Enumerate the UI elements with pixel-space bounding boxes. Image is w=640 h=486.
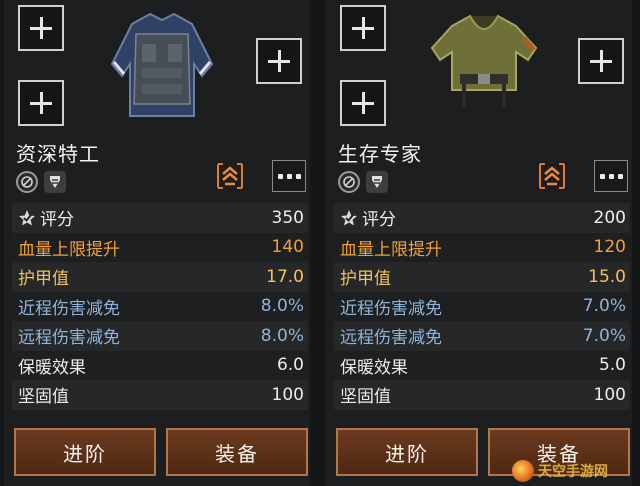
stat-row: 护甲值 15.0	[334, 262, 630, 292]
add-slot-button[interactable]	[256, 38, 302, 84]
stat-label: 坚固值	[340, 387, 391, 408]
stat-value: 6.0	[276, 355, 304, 376]
equipment-card-right: 生存专家 评分 200 血量上限提升 120 护甲值 15.0 近程伤害减免 7…	[326, 0, 632, 486]
stat-label: 护甲值	[340, 269, 391, 290]
stat-label: 近程伤害减免	[18, 298, 120, 319]
stat-value: 15.0	[588, 266, 626, 287]
add-slot-button[interactable]	[18, 80, 64, 126]
survival-top-image	[430, 14, 538, 108]
stat-row: 血量上限提升 140	[12, 232, 308, 262]
add-slot-button[interactable]	[18, 5, 64, 51]
rank-badge-icon	[217, 163, 243, 189]
rank-badge-icon	[539, 163, 565, 189]
equipment-compare-screen: 资深特工 评分 350 血量上限提升 140 护甲值 17.0 近程伤害减免 8…	[0, 0, 640, 486]
advance-button[interactable]: 进阶	[14, 428, 156, 476]
watermark: 天空手游网	[512, 458, 632, 484]
stat-value: 120	[593, 237, 626, 258]
watermark-text: 天空手游网	[538, 464, 608, 480]
stat-label: 护甲值	[18, 269, 69, 290]
stat-row: 远程伤害减免 8.0%	[12, 321, 308, 351]
add-slot-button[interactable]	[578, 38, 624, 84]
stat-value: 8.0%	[260, 325, 304, 346]
watermark-logo-icon	[512, 460, 534, 482]
stat-label: 评分	[362, 210, 396, 231]
stat-label: 血量上限提升	[340, 239, 442, 260]
stat-value: 5.0	[598, 355, 626, 376]
stat-row-rating: 评分 350	[12, 203, 308, 233]
stat-label: 远程伤害减免	[340, 328, 442, 349]
stat-value: 140	[271, 237, 304, 258]
no-repair-icon	[338, 171, 360, 193]
add-slot-button[interactable]	[340, 80, 386, 126]
more-options-button[interactable]	[272, 160, 306, 192]
stat-value: 100	[593, 384, 626, 405]
stat-row: 护甲值 17.0	[12, 262, 308, 292]
rating-star-icon	[341, 209, 357, 226]
armor-type-icon	[366, 171, 388, 193]
stat-value: 17.0	[266, 266, 304, 287]
stat-value: 200	[593, 207, 626, 228]
stat-label: 坚固值	[18, 387, 69, 408]
rating-star-icon	[19, 209, 35, 226]
add-slot-button[interactable]	[340, 5, 386, 51]
equipment-name: 资深特工	[16, 142, 100, 166]
stat-value: 7.0%	[582, 325, 626, 346]
more-options-button[interactable]	[594, 160, 628, 192]
stat-value: 100	[271, 384, 304, 405]
advance-button[interactable]: 进阶	[336, 428, 478, 476]
tactical-vest-image	[110, 12, 214, 117]
stat-row: 保暖效果 5.0	[334, 350, 630, 380]
stats-table: 评分 350 血量上限提升 140 护甲值 17.0 近程伤害减免 8.0% 远…	[12, 203, 308, 410]
stat-value: 8.0%	[260, 296, 304, 317]
stat-label: 近程伤害减免	[340, 298, 442, 319]
stats-table: 评分 200 血量上限提升 120 护甲值 15.0 近程伤害减免 7.0% 远…	[334, 203, 630, 410]
stat-row: 近程伤害减免 7.0%	[334, 291, 630, 321]
stat-label: 保暖效果	[340, 357, 408, 378]
stat-label: 血量上限提升	[18, 239, 120, 260]
stat-label: 远程伤害减免	[18, 328, 120, 349]
stat-value: 350	[271, 207, 304, 228]
stat-label: 保暖效果	[18, 357, 86, 378]
stat-row: 坚固值 100	[334, 380, 630, 410]
stat-label: 评分	[40, 210, 74, 231]
no-repair-icon	[16, 171, 38, 193]
stat-row: 血量上限提升 120	[334, 232, 630, 262]
stat-value: 7.0%	[582, 296, 626, 317]
stat-row: 近程伤害减免 8.0%	[12, 291, 308, 321]
stat-row: 远程伤害减免 7.0%	[334, 321, 630, 351]
stat-row: 坚固值 100	[12, 380, 308, 410]
stat-row: 保暖效果 6.0	[12, 350, 308, 380]
equipment-card-left: 资深特工 评分 350 血量上限提升 140 护甲值 17.0 近程伤害减免 8…	[4, 0, 310, 486]
equip-button[interactable]: 装备	[166, 428, 308, 476]
stat-row-rating: 评分 200	[334, 203, 630, 233]
equipment-name: 生存专家	[338, 142, 422, 166]
armor-type-icon	[44, 171, 66, 193]
